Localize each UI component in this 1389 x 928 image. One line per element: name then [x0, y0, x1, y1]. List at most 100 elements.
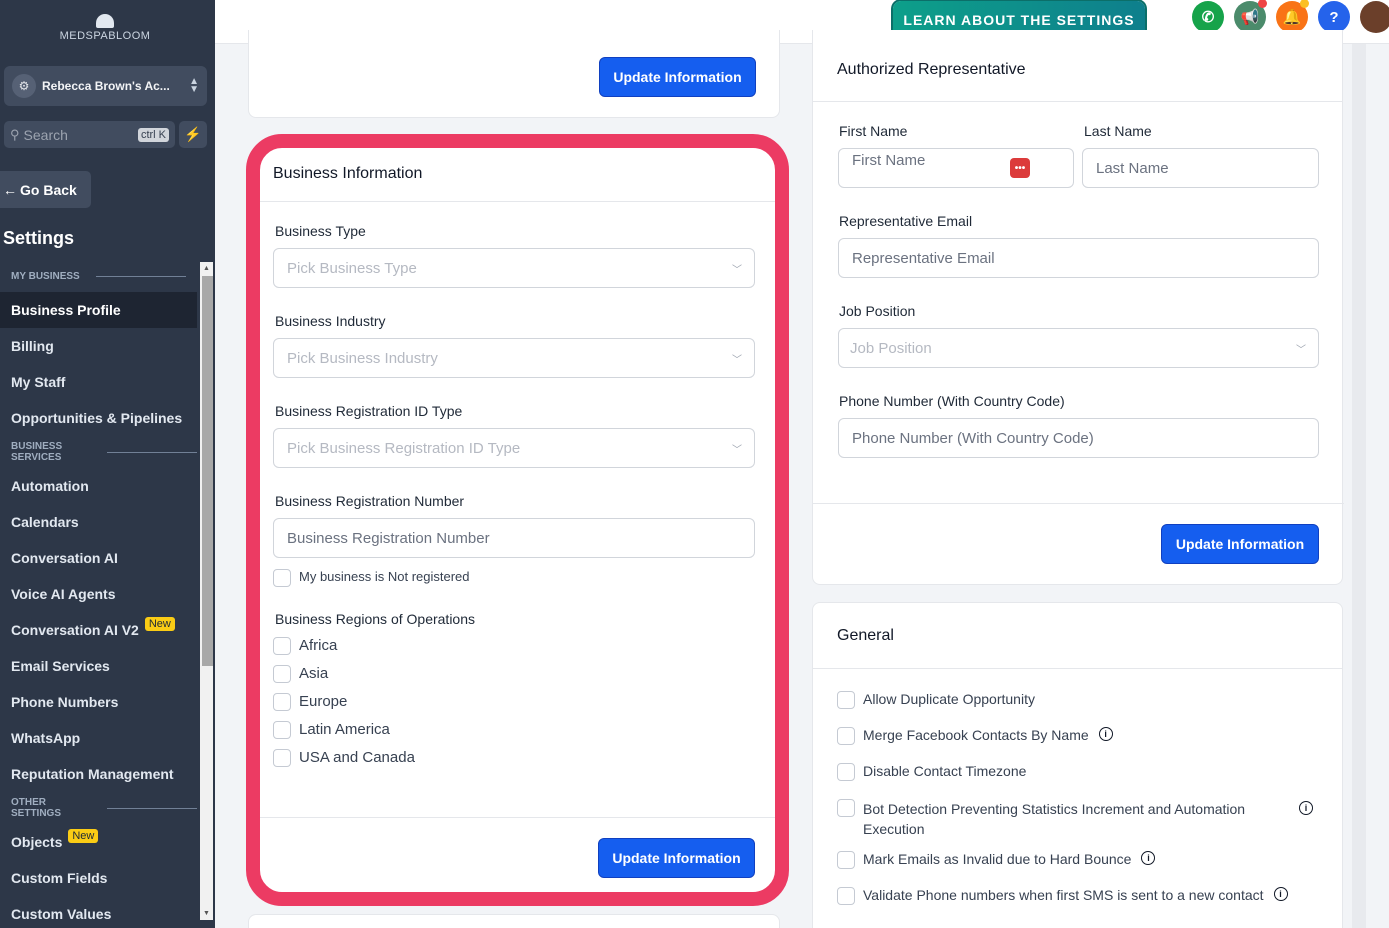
nav-label: Phone Numbers: [11, 694, 119, 710]
scroll-up-icon[interactable]: ▲: [203, 265, 210, 272]
nav-label: Custom Fields: [11, 870, 108, 886]
phone-icon[interactable]: ✆: [1192, 1, 1224, 33]
search-icon: ⚲: [10, 126, 20, 142]
sidebar-item-custom-fields[interactable]: Custom Fields: [0, 860, 197, 896]
chevron-down-icon: ﹀: [1296, 345, 1306, 356]
input-placeholder: Representative Email: [852, 249, 995, 267]
option-label: Validate Phone numbers when first SMS is…: [863, 887, 1264, 903]
option-checkbox[interactable]: [837, 763, 855, 781]
job-position-select[interactable]: Job Position ﹀: [838, 328, 1319, 368]
option-disable-contact-timezone[interactable]: Disable Contact Timezone: [837, 763, 1317, 781]
bell-icon[interactable]: 🔔: [1276, 0, 1309, 33]
arrow-left-icon: ←: [3, 181, 17, 198]
option-checkbox[interactable]: [837, 851, 855, 869]
sidebar-item-objects[interactable]: Objects New: [0, 824, 197, 860]
highlight-frame: [246, 134, 789, 906]
sidebar-item-whatsapp[interactable]: WhatsApp: [0, 720, 197, 756]
sidebar-scrollbar[interactable]: ▲ ▼: [200, 262, 213, 920]
nav-label: Calendars: [11, 514, 79, 530]
info-icon[interactable]: i: [1098, 727, 1113, 741]
option-label: Bot Detection Preventing Statistics Incr…: [863, 801, 1246, 837]
info-icon[interactable]: i: [1141, 851, 1156, 865]
update-information-button[interactable]: Update Information: [1161, 524, 1319, 564]
scrollbar-thumb[interactable]: [202, 276, 213, 666]
logo-icon: [96, 14, 114, 28]
next-card: [248, 914, 780, 928]
sidebar-item-voice-ai-agents[interactable]: Voice AI Agents: [0, 576, 197, 612]
go-back-button[interactable]: ← Go Back: [0, 171, 91, 208]
phone-number-input[interactable]: Phone Number (With Country Code): [838, 418, 1319, 458]
nav-label: Custom Values: [11, 906, 112, 922]
go-back-label: Go Back: [20, 181, 77, 198]
quick-action-bolt-icon[interactable]: ⚡: [179, 121, 207, 148]
brand-logo[interactable]: MEDSPABLOOM: [0, 14, 210, 42]
nav-label: Voice AI Agents: [11, 586, 116, 602]
logo-text: MEDSPABLOOM: [59, 30, 151, 42]
nav-label: Objects: [11, 834, 63, 850]
search-input[interactable]: ⚲ Search ctrl K: [4, 121, 175, 148]
option-merge-facebook-contacts[interactable]: Merge Facebook Contacts By Name i: [837, 727, 1317, 745]
account-name: Rebecca Brown's Ac...: [42, 79, 170, 93]
sidebar-item-automation[interactable]: Automation: [0, 468, 197, 504]
scroll-down-icon[interactable]: ▼: [203, 910, 210, 917]
nav-label: Reputation Management: [11, 766, 174, 782]
nav-label: Billing: [11, 338, 54, 354]
last-name-input[interactable]: Last Name: [1082, 148, 1319, 188]
page-scroll-track[interactable]: [1352, 44, 1366, 928]
sidebar: MEDSPABLOOM ⚙ Rebecca Brown's Ac... ▲ ▼ ⚲…: [0, 0, 215, 928]
sidebar-item-custom-values[interactable]: Custom Values: [0, 896, 197, 928]
divider: [813, 503, 1344, 504]
sidebar-item-calendars[interactable]: Calendars: [0, 504, 197, 540]
sidebar-item-phone-numbers[interactable]: Phone Numbers: [0, 684, 197, 720]
account-icon: ⚙: [12, 74, 36, 98]
option-label: Merge Facebook Contacts By Name: [863, 727, 1089, 743]
first-name-input[interactable]: First Name •••: [838, 148, 1074, 188]
megaphone-icon[interactable]: 📢: [1234, 0, 1267, 33]
select-placeholder: Job Position: [850, 339, 932, 357]
sidebar-item-conversation-ai-v2[interactable]: Conversation AI V2 New: [0, 612, 197, 648]
sidebar-item-opportunities[interactable]: Opportunities & Pipelines: [0, 400, 197, 436]
previous-card: Update Information: [248, 30, 780, 118]
option-checkbox[interactable]: [837, 691, 855, 709]
input-placeholder: Last Name: [1096, 159, 1169, 177]
option-checkbox[interactable]: [837, 727, 855, 745]
option-allow-duplicate-opportunity[interactable]: Allow Duplicate Opportunity: [837, 691, 1317, 709]
nav-section-other-settings: OTHER SETTINGS: [0, 792, 197, 824]
option-checkbox[interactable]: [837, 887, 855, 905]
option-validate-phone-numbers[interactable]: Validate Phone numbers when first SMS is…: [837, 887, 1327, 905]
nav-label: WhatsApp: [11, 730, 81, 746]
sidebar-item-email-services[interactable]: Email Services: [0, 648, 197, 684]
sidebar-item-conversation-ai[interactable]: Conversation AI: [0, 540, 197, 576]
option-label: Disable Contact Timezone: [863, 763, 1027, 779]
sidebar-item-reputation-management[interactable]: Reputation Management: [0, 756, 197, 792]
password-manager-icon[interactable]: •••: [1010, 158, 1030, 178]
settings-nav: MY BUSINESS Business Profile Billing My …: [0, 260, 197, 928]
search-placeholder: Search: [23, 126, 68, 143]
representative-email-input[interactable]: Representative Email: [838, 238, 1319, 278]
notification-dot: [1258, 0, 1267, 8]
nav-section-business-services: BUSINESS SERVICES: [0, 436, 197, 468]
update-information-button[interactable]: Update Information: [599, 57, 756, 97]
option-label: Mark Emails as Invalid due to Hard Bounc…: [863, 851, 1132, 867]
help-icon[interactable]: ?: [1318, 1, 1350, 33]
nav-label: Business Profile: [11, 302, 121, 318]
nav-label: Email Services: [11, 658, 110, 674]
user-avatar[interactable]: [1360, 1, 1389, 33]
option-bot-detection[interactable]: Bot Detection Preventing Statistics Incr…: [837, 799, 1317, 839]
sidebar-item-billing[interactable]: Billing: [0, 328, 197, 364]
settings-title: Settings: [3, 228, 75, 248]
search-shortcut: ctrl K: [137, 127, 169, 142]
nav-label: Opportunities & Pipelines: [11, 410, 183, 426]
authorized-representative-card: Authorized Representative First Name Fir…: [812, 30, 1344, 585]
general-card: General Allow Duplicate Opportunity Merg…: [812, 602, 1343, 928]
info-icon[interactable]: i: [1273, 887, 1288, 901]
option-checkbox[interactable]: [837, 799, 855, 817]
option-mark-emails-invalid[interactable]: Mark Emails as Invalid due to Hard Bounc…: [837, 851, 1317, 869]
new-badge: New: [144, 617, 175, 631]
nav-label: My Staff: [11, 374, 66, 390]
account-switcher[interactable]: ⚙ Rebecca Brown's Ac... ▲ ▼: [4, 66, 207, 106]
sidebar-item-my-staff[interactable]: My Staff: [0, 364, 197, 400]
info-icon[interactable]: i: [1299, 801, 1313, 815]
input-placeholder: Phone Number (With Country Code): [852, 429, 1094, 447]
sidebar-item-business-profile[interactable]: Business Profile: [0, 292, 197, 328]
